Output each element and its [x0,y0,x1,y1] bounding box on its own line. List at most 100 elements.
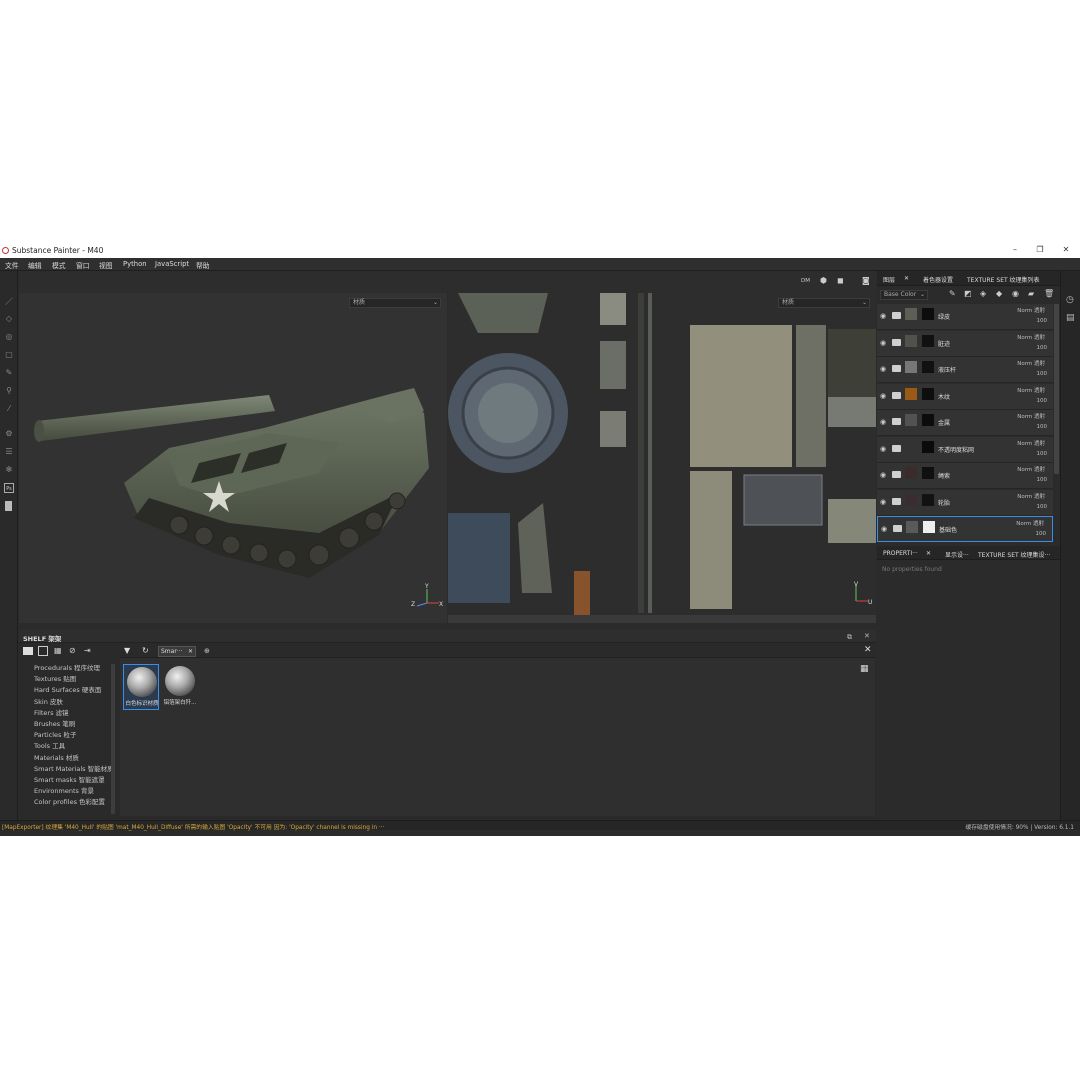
opacity-value[interactable]: 100 [1037,477,1048,483]
dm-icon[interactable]: DM [801,278,810,284]
tab-display-settings[interactable]: 显示设··· [945,550,969,559]
projection-icon[interactable]: ◎ [4,332,14,342]
layer-row[interactable]: ◉ 绳索 Norm 透射 100 [877,463,1053,489]
maximize-button[interactable]: ❐ [1033,245,1047,256]
layer-list-scrollbar[interactable] [1054,304,1059,474]
opacity-value[interactable]: 100 [1037,398,1048,404]
material-dropdown-2d[interactable]: 材质 ⌄ [778,298,870,308]
blend-mode[interactable]: Norm 透射 [1017,439,1045,447]
eye-visibility-icon[interactable]: ◉ [880,418,886,426]
eye-visibility-icon[interactable]: ◉ [881,525,887,533]
tab-properties[interactable]: PROPERTI··· [883,550,918,557]
menu-window[interactable]: 窗口 [76,260,90,270]
shelf-item[interactable]: 白色标识材质 [123,664,159,710]
add-folder-icon[interactable]: ▰ [1028,289,1034,298]
menu-help[interactable]: 帮助 [196,260,210,270]
eye-visibility-icon[interactable]: ◉ [880,471,886,479]
shelf-item[interactable]: 铝箔架白歼... [162,664,198,710]
category-particles[interactable]: Particles 粒子 [34,729,76,739]
tab-texture-set-settings[interactable]: TEXTURE SET 纹理集设··· [978,550,1050,559]
channel-dropdown[interactable]: Base Color ⌄ [880,290,928,300]
blend-mode[interactable]: Norm 透射 [1017,412,1045,420]
category-scrollbar[interactable] [111,664,115,814]
bake-icon[interactable]: ☰ [4,447,14,457]
folder-icon[interactable] [23,647,33,655]
minimize-button[interactable]: – [1008,245,1022,256]
clear-filter-icon[interactable]: ✕ [864,645,872,655]
eye-visibility-icon[interactable]: ◉ [880,445,886,453]
opacity-value[interactable]: 100 [1037,451,1048,457]
category-smart-masks[interactable]: Smart masks 智能遮罩 [34,774,105,784]
opacity-value[interactable]: 100 [1037,504,1048,510]
layer-row[interactable]: ◉ 液压杆 Norm 透射 100 [877,357,1053,383]
layer-row[interactable]: ◉ 脏迹 Norm 透射 100 [877,330,1053,357]
tab-close-icon[interactable]: ✕ [904,275,909,282]
settings-gear-icon[interactable]: ⚙ [4,429,14,439]
tab-shader-settings[interactable]: 着色器设置 [923,275,953,284]
refresh-icon[interactable]: ↻ [142,646,149,655]
photoshop-export-icon[interactable]: Ps [4,483,14,493]
menu-edit[interactable]: 编辑 [28,260,42,270]
tab-close-icon[interactable]: ✕ [188,647,193,656]
eye-visibility-icon[interactable]: ◉ [880,312,886,320]
layer-row[interactable]: ◉ 绿皮 Norm 透射 100 [877,304,1053,330]
delete-layer-icon[interactable]: 🗑 [1044,289,1054,298]
category-textures[interactable]: Textures 贴图 [34,673,76,683]
category-procedurals[interactable]: Procedurals 程序纹理 [34,662,100,672]
opacity-value[interactable]: 100 [1037,318,1048,324]
history-icon[interactable]: ◷ [1066,295,1074,305]
layer-row[interactable]: ◉ 基础色 Norm 透射 100 [877,516,1053,542]
blend-mode[interactable]: Norm 透射 [1016,519,1044,527]
layer-row[interactable]: ◉ 不透明度粘网 Norm 透射 100 [877,436,1053,463]
calendar-icon[interactable]: ▦ [54,646,62,655]
close-shelf-icon[interactable]: ✕ [864,632,870,640]
tab-texture-set-list[interactable]: TEXTURE SET 纹理集列表 [967,275,1040,284]
menu-javascript[interactable]: JavaScript [155,260,189,268]
clone-stamp-icon[interactable]: ⚲ [4,386,14,396]
filter-icon[interactable]: ▼ [124,646,130,655]
category-color-profiles[interactable]: Color profiles 色彩配置 [34,796,105,806]
eye-visibility-icon[interactable]: ◉ [880,365,886,373]
category-environments[interactable]: Environments 背景 [34,785,94,795]
viewport-3d[interactable]: 材质 ⌄ Y Z X [19,293,447,623]
add-fill-layer-icon[interactable]: ◈ [980,289,986,298]
grid-view-icon[interactable]: ▦ [860,664,869,674]
color-picker-icon[interactable]: ⁄ [4,404,14,414]
blend-mode[interactable]: Norm 透射 [1017,386,1045,394]
layer-row[interactable]: ◉ 金属 Norm 透射 100 [877,410,1053,436]
polygon-fill-icon[interactable]: ▢ [4,350,14,360]
screenshot-icon[interactable]: ◙ [862,276,870,285]
category-tools[interactable]: Tools 工具 [34,740,65,750]
smudge-icon[interactable]: ✎ [4,368,14,378]
add-mask-icon[interactable]: ◩ [964,289,972,298]
add-smart-material-icon[interactable]: ◉ [1012,289,1019,298]
float-panel-icon[interactable]: ⧉ [847,633,852,642]
opacity-value[interactable]: 100 [1037,424,1048,430]
paint-brush-icon[interactable]: ／ [4,297,14,307]
close-button[interactable]: ✕ [1059,245,1073,256]
eraser-icon[interactable]: ◇ [4,314,14,324]
category-materials[interactable]: Materials 材质 [34,752,79,762]
menu-python[interactable]: Python [123,260,147,268]
add-tab-icon[interactable]: ⊕ [204,647,210,655]
blend-mode[interactable]: Norm 透射 [1017,465,1045,473]
eye-visibility-icon[interactable]: ◉ [880,498,886,506]
category-skin[interactable]: Skin 皮肤 [34,696,63,706]
menu-mode[interactable]: 模式 [52,260,66,270]
new-item-icon[interactable] [38,646,48,656]
menu-view[interactable]: 视图 [99,260,113,270]
category-filters[interactable]: Filters 滤镜 [34,707,69,717]
layer-row[interactable]: ◉ 轮胎 Norm 透射 100 [877,489,1053,516]
camera-icon[interactable]: ◼ [837,276,844,285]
blend-mode[interactable]: Norm 透射 [1017,333,1045,341]
plugin-icon[interactable]: ✻ [4,465,14,475]
menu-file[interactable]: 文件 [5,260,19,270]
hide-icon[interactable]: ⊘ [69,646,76,655]
import-icon[interactable]: ⇥ [84,646,91,655]
blend-mode[interactable]: Norm 透射 [1017,306,1045,314]
viewport-2d-uv[interactable]: 材质 ⌄ V U [448,293,876,623]
opacity-value[interactable]: 100 [1037,345,1048,351]
opacity-value[interactable]: 100 [1037,371,1048,377]
opacity-value[interactable]: 100 [1036,531,1047,537]
category-smart-materials[interactable]: Smart Materials 智能材质 [34,763,114,773]
